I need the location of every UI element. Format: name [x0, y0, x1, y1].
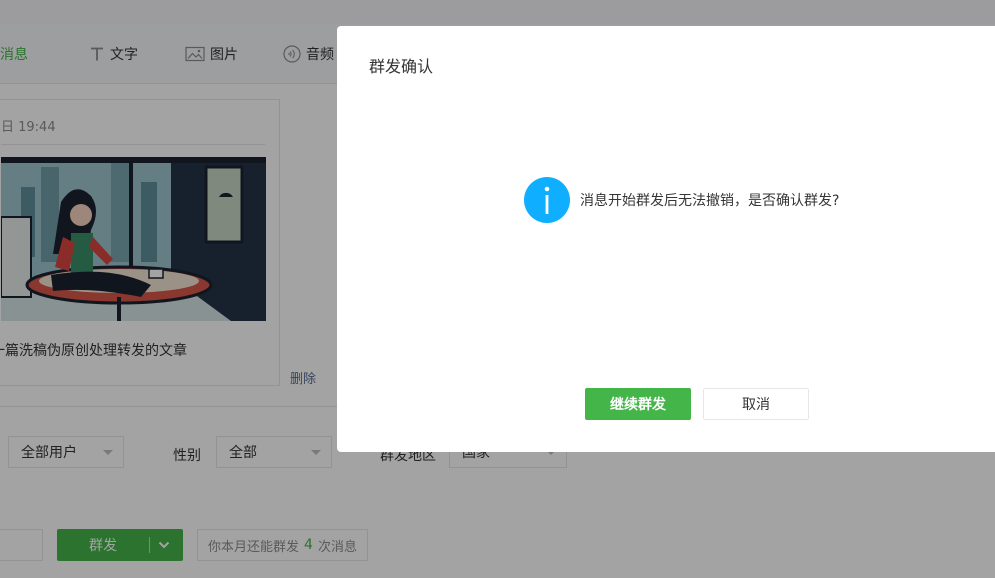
info-icon	[524, 177, 570, 223]
mass-send-confirm-dialog: 群发确认 消息开始群发后无法撤销，是否确认群发? 继续群发 取消	[337, 26, 995, 452]
continue-mass-send-button[interactable]: 继续群发	[585, 388, 691, 420]
dialog-title: 群发确认	[369, 57, 434, 76]
dialog-message: 消息开始群发后无法撤销，是否确认群发?	[580, 193, 840, 209]
dialog-body: 消息开始群发后无法撤销，是否确认群发?	[524, 177, 839, 223]
cancel-button[interactable]: 取消	[703, 388, 809, 420]
